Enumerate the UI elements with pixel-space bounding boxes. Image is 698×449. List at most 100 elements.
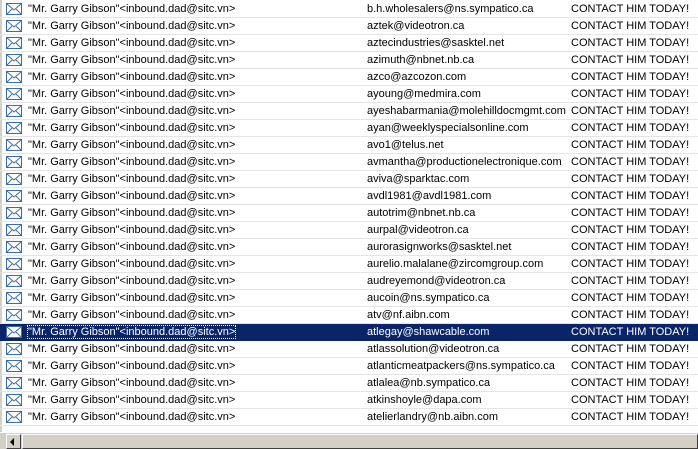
message-row[interactable]: "Mr. Garry Gibson"<inbound.dad@sitc.vn> … [0, 409, 698, 426]
message-subject: CONTACT HIM TODAY! [571, 224, 690, 236]
message-row[interactable]: "Mr. Garry Gibson"<inbound.dad@sitc.vn> … [0, 256, 698, 273]
message-row[interactable]: "Mr. Garry Gibson"<inbound.dad@sitc.vn> … [0, 18, 698, 35]
message-row[interactable]: "Mr. Garry Gibson"<inbound.dad@sitc.vn> … [0, 86, 698, 103]
message-to: aurpal@videotron.ca [367, 224, 469, 236]
message-row[interactable]: "Mr. Garry Gibson"<inbound.dad@sitc.vn> … [0, 1, 698, 18]
message-from: "Mr. Garry Gibson"<inbound.dad@sitc.vn> [28, 173, 236, 185]
message-row[interactable]: "Mr. Garry Gibson"<inbound.dad@sitc.vn> … [0, 52, 698, 69]
message-row[interactable]: "Mr. Garry Gibson"<inbound.dad@sitc.vn> … [0, 35, 698, 52]
message-subject: CONTACT HIM TODAY! [571, 190, 690, 202]
message-to: avo1@telus.net [367, 139, 444, 151]
message-subject: CONTACT HIM TODAY! [571, 54, 690, 66]
envelope-icon [6, 156, 22, 168]
envelope-icon [6, 20, 22, 32]
envelope-icon [6, 122, 22, 134]
message-list: "Mr. Garry Gibson"<inbound.dad@sitc.vn> … [0, 0, 698, 432]
message-to: atv@nf.aibn.com [367, 309, 450, 321]
message-row[interactable]: "Mr. Garry Gibson"<inbound.dad@sitc.vn> … [0, 358, 698, 375]
message-row[interactable]: "Mr. Garry Gibson"<inbound.dad@sitc.vn> … [0, 273, 698, 290]
message-from: "Mr. Garry Gibson"<inbound.dad@sitc.vn> [28, 37, 236, 49]
message-row[interactable]: "Mr. Garry Gibson"<inbound.dad@sitc.vn> … [0, 137, 698, 154]
envelope-icon [6, 37, 22, 49]
message-subject: CONTACT HIM TODAY! [571, 173, 690, 185]
envelope-icon [6, 3, 22, 15]
message-from: "Mr. Garry Gibson"<inbound.dad@sitc.vn> [28, 343, 236, 355]
message-subject: CONTACT HIM TODAY! [571, 377, 690, 389]
message-row[interactable]: "Mr. Garry Gibson"<inbound.dad@sitc.vn> … [0, 392, 698, 409]
message-row[interactable]: "Mr. Garry Gibson"<inbound.dad@sitc.vn> … [0, 375, 698, 392]
envelope-icon [6, 224, 22, 236]
message-row[interactable]: "Mr. Garry Gibson"<inbound.dad@sitc.vn> … [0, 154, 698, 171]
message-to: azco@azcozon.com [367, 71, 467, 83]
message-row[interactable]: "Mr. Garry Gibson"<inbound.dad@sitc.vn> … [0, 69, 698, 86]
message-subject: CONTACT HIM TODAY! [571, 326, 690, 338]
message-subject: CONTACT HIM TODAY! [571, 394, 690, 406]
message-row[interactable]: "Mr. Garry Gibson"<inbound.dad@sitc.vn> … [0, 222, 698, 239]
message-subject: CONTACT HIM TODAY! [571, 275, 690, 287]
message-to: atlegay@shawcable.com [367, 326, 490, 338]
envelope-icon [6, 275, 22, 287]
message-from: "Mr. Garry Gibson"<inbound.dad@sitc.vn> [28, 292, 236, 304]
envelope-icon [6, 377, 22, 389]
envelope-icon [6, 71, 22, 83]
horizontal-scrollbar[interactable] [0, 432, 698, 449]
message-subject: CONTACT HIM TODAY! [571, 88, 690, 100]
message-to: aucoin@ns.sympatico.ca [367, 292, 490, 304]
message-from: "Mr. Garry Gibson"<inbound.dad@sitc.vn> [28, 411, 236, 423]
message-subject: CONTACT HIM TODAY! [571, 258, 690, 270]
message-to: avmantha@productionelectronique.com [367, 156, 562, 168]
message-subject: CONTACT HIM TODAY! [571, 20, 690, 32]
message-from: "Mr. Garry Gibson"<inbound.dad@sitc.vn> [28, 88, 236, 100]
message-from: "Mr. Garry Gibson"<inbound.dad@sitc.vn> [28, 20, 236, 32]
envelope-icon [6, 173, 22, 185]
message-subject: CONTACT HIM TODAY! [571, 343, 690, 355]
message-from: "Mr. Garry Gibson"<inbound.dad@sitc.vn> [28, 71, 236, 83]
message-to: b.h.wholesalers@ns.sympatico.ca [367, 3, 534, 15]
message-subject: CONTACT HIM TODAY! [571, 207, 690, 219]
message-from: "Mr. Garry Gibson"<inbound.dad@sitc.vn> [28, 190, 236, 202]
envelope-icon [6, 88, 22, 100]
envelope-icon [6, 326, 22, 338]
message-to: audreyemond@videotron.ca [367, 275, 506, 287]
envelope-icon [6, 394, 22, 406]
envelope-icon [6, 139, 22, 151]
message-row[interactable]: "Mr. Garry Gibson"<inbound.dad@sitc.vn> … [0, 341, 698, 358]
message-subject: CONTACT HIM TODAY! [571, 3, 690, 15]
message-subject: CONTACT HIM TODAY! [571, 37, 690, 49]
scroll-left-button[interactable] [6, 434, 21, 449]
scroll-thumb[interactable] [22, 434, 698, 449]
envelope-icon [6, 343, 22, 355]
envelope-icon [6, 258, 22, 270]
message-row[interactable]: "Mr. Garry Gibson"<inbound.dad@sitc.vn> … [0, 290, 698, 307]
message-from: "Mr. Garry Gibson"<inbound.dad@sitc.vn> [28, 241, 236, 253]
message-row[interactable]: "Mr. Garry Gibson"<inbound.dad@sitc.vn> … [0, 188, 698, 205]
message-to: ayeshabarmania@molehilldocmgmt.com [367, 105, 566, 117]
message-from: "Mr. Garry Gibson"<inbound.dad@sitc.vn> [28, 207, 236, 219]
message-to: ayan@weeklyspecialsonline.com [367, 122, 529, 134]
message-to: azimuth@nbnet.nb.ca [367, 54, 475, 66]
message-from: "Mr. Garry Gibson"<inbound.dad@sitc.vn> [28, 3, 236, 15]
message-to: atlanticmeatpackers@ns.sympatico.ca [367, 360, 555, 372]
message-to: autotrim@nbnet.nb.ca [367, 207, 476, 219]
message-row[interactable]: "Mr. Garry Gibson"<inbound.dad@sitc.vn> … [0, 239, 698, 256]
message-row[interactable]: "Mr. Garry Gibson"<inbound.dad@sitc.vn> … [0, 307, 698, 324]
envelope-icon [6, 241, 22, 253]
message-row[interactable]: "Mr. Garry Gibson"<inbound.dad@sitc.vn> … [0, 324, 698, 341]
message-to: avdl1981@avdl1981.com [367, 190, 492, 202]
envelope-icon [6, 411, 22, 423]
envelope-icon [6, 360, 22, 372]
message-subject: CONTACT HIM TODAY! [571, 156, 690, 168]
message-from: "Mr. Garry Gibson"<inbound.dad@sitc.vn> [28, 275, 236, 287]
envelope-icon [6, 54, 22, 66]
message-subject: CONTACT HIM TODAY! [571, 139, 690, 151]
message-from: "Mr. Garry Gibson"<inbound.dad@sitc.vn> [28, 360, 236, 372]
message-row[interactable]: "Mr. Garry Gibson"<inbound.dad@sitc.vn> … [0, 171, 698, 188]
message-from: "Mr. Garry Gibson"<inbound.dad@sitc.vn> [28, 54, 236, 66]
message-to: ayoung@medmira.com [367, 88, 481, 100]
message-from: "Mr. Garry Gibson"<inbound.dad@sitc.vn> [28, 105, 236, 117]
message-row[interactable]: "Mr. Garry Gibson"<inbound.dad@sitc.vn> … [0, 120, 698, 137]
message-row[interactable]: "Mr. Garry Gibson"<inbound.dad@sitc.vn> … [0, 205, 698, 222]
message-subject: CONTACT HIM TODAY! [571, 71, 690, 83]
message-from: "Mr. Garry Gibson"<inbound.dad@sitc.vn> [28, 122, 236, 134]
message-row[interactable]: "Mr. Garry Gibson"<inbound.dad@sitc.vn> … [0, 103, 698, 120]
